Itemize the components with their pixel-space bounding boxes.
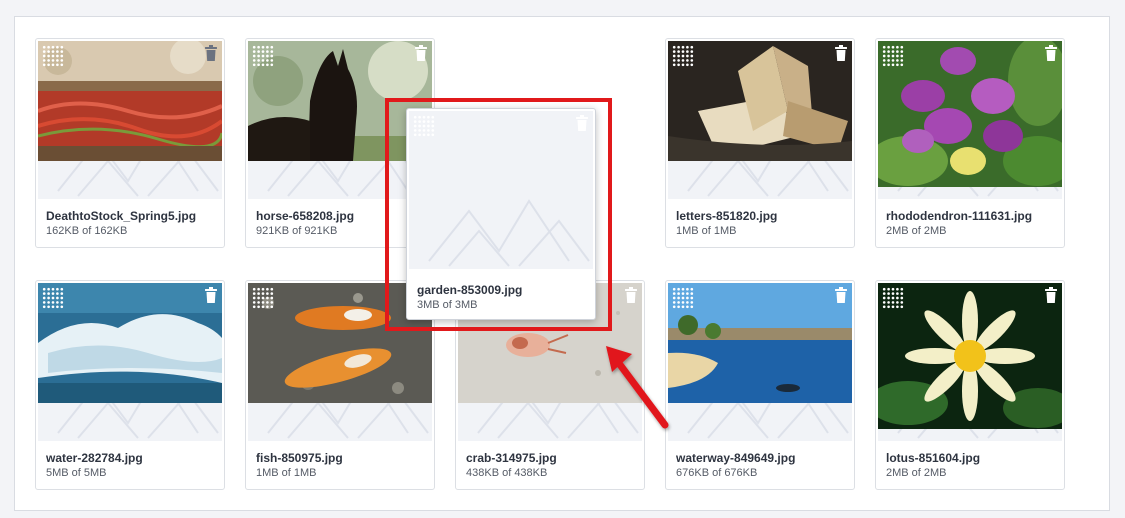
file-size: 921KB of 921KB [256,225,338,237]
trash-icon[interactable] [204,45,218,61]
photo-market-stall [38,41,222,161]
trash-icon[interactable] [204,287,218,303]
file-name: letters-851820.jpg [676,209,778,223]
file-name: horse-658208.jpg [256,209,355,223]
trash-icon[interactable] [834,45,848,61]
trash-icon[interactable] [414,45,428,61]
file-name: crab-314975.jpg [466,451,557,465]
file-card[interactable]: letters-851820.jpg 1MB of 1MB [665,38,855,248]
file-size: 162KB of 162KB [46,225,128,237]
file-thumbnail [878,283,1062,441]
photo-letters [668,41,852,161]
drag-handle-icon[interactable] [42,45,64,67]
file-thumbnail [38,41,222,199]
file-thumbnail [878,41,1062,199]
drag-handle-icon[interactable] [672,287,694,309]
trash-icon[interactable] [624,287,638,303]
drag-handle-icon[interactable] [252,45,274,67]
file-name: lotus-851604.jpg [886,451,981,465]
photo-water-wave [38,283,222,403]
drag-handle-icon[interactable] [252,287,274,309]
file-card[interactable]: lotus-851604.jpg 2MB of 2MB [875,280,1065,490]
highlight-box [385,98,612,331]
file-name: water-282784.jpg [46,451,143,465]
file-size: 438KB of 438KB [466,467,548,479]
photo-lotus [878,283,1062,429]
file-name: rhododendron-111631.jpg [886,209,1033,223]
red-arrow-icon [606,346,669,429]
drag-handle-icon[interactable] [882,45,904,67]
file-thumbnail [38,283,222,441]
trash-icon[interactable] [1044,287,1058,303]
file-card[interactable]: water-282784.jpg 5MB of 5MB [35,280,225,490]
file-size: 5MB of 5MB [46,467,107,479]
file-size: 2MB of 2MB [886,225,947,237]
file-size: 2MB of 2MB [886,467,947,479]
drag-handle-icon[interactable] [42,287,64,309]
trash-icon[interactable] [1044,45,1058,61]
photo-waterway [668,283,852,403]
file-name: fish-850975.jpg [256,451,343,465]
file-thumbnail [668,41,852,199]
file-size: 1MB of 1MB [676,225,737,237]
file-card[interactable]: waterway-849649.jpg 676KB of 676KB [665,280,855,490]
file-name: DeathtoStock_Spring5.jpg [46,209,197,223]
file-thumbnail [668,283,852,441]
drag-handle-icon[interactable] [672,45,694,67]
trash-icon[interactable] [834,287,848,303]
file-name: waterway-849649.jpg [676,451,796,465]
file-card[interactable]: rhododendron-111631.jpg 2MB of 2MB [875,38,1065,248]
file-card[interactable]: DeathtoStock_Spring5.jpg 162KB of 162KB [35,38,225,248]
drag-handle-icon[interactable] [882,287,904,309]
photo-rhododendron [878,41,1062,187]
file-size: 676KB of 676KB [676,467,758,479]
file-size: 1MB of 1MB [256,467,317,479]
